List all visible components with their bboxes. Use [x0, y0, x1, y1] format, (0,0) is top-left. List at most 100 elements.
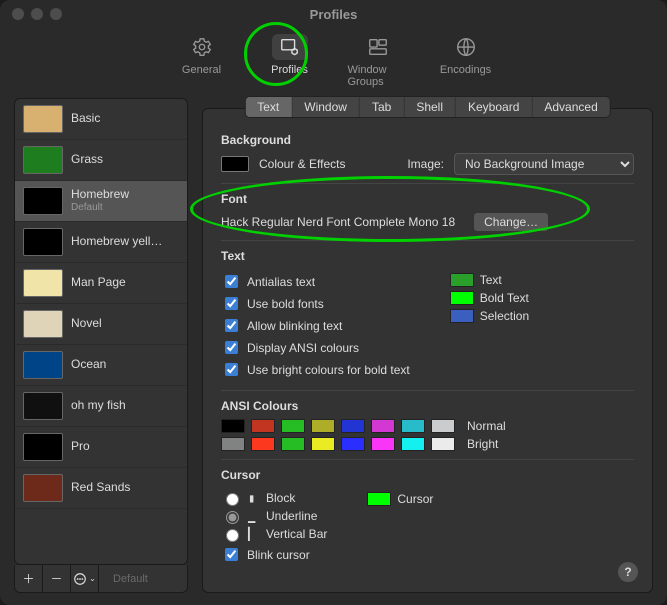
- set-default-button[interactable]: Default: [105, 570, 156, 588]
- toolbar-label: Window Groups: [348, 64, 408, 88]
- main-panel: TextWindowTabShellKeyboardAdvanced Backg…: [202, 98, 653, 593]
- font-header: Font: [221, 192, 634, 206]
- profile-row[interactable]: Pro: [15, 427, 187, 468]
- blink-cursor-checkbox[interactable]: Blink cursor: [221, 545, 327, 564]
- change-font-button[interactable]: Change…: [473, 212, 549, 232]
- profile-row[interactable]: Man Page: [15, 263, 187, 304]
- toolbar-item-general[interactable]: General: [172, 34, 232, 88]
- ansi-colour-well[interactable]: [281, 419, 305, 433]
- tab-text[interactable]: Text: [245, 97, 292, 117]
- text-option-checkbox[interactable]: Use bold fonts: [221, 294, 410, 313]
- globe-icon: [455, 36, 477, 58]
- ansi-colour-well[interactable]: [311, 437, 335, 451]
- tab-keyboard[interactable]: Keyboard: [456, 97, 532, 117]
- text-option-checkbox[interactable]: Allow blinking text: [221, 316, 410, 335]
- profile-name: Red Sands: [71, 481, 130, 495]
- action-menu-button[interactable]: ⌄: [71, 565, 99, 593]
- profile-thumbnail: [23, 146, 63, 174]
- cursor-style-radio[interactable]: ▮Block: [221, 490, 327, 506]
- ansi-colour-well[interactable]: [401, 419, 425, 433]
- text-tab-content: Background Colour & Effects Image: No Ba…: [202, 108, 653, 593]
- ansi-colour-well[interactable]: [341, 419, 365, 433]
- profile-sidebar: Basic GrassHomebrewDefault Homebrew yell… M…: [14, 98, 188, 593]
- profile-thumbnail: [23, 474, 63, 502]
- profile-thumbnail: [23, 351, 63, 379]
- cursor-colour-well[interactable]: [367, 492, 391, 506]
- ansi-colour-well[interactable]: [251, 419, 275, 433]
- ansi-header: ANSI Colours: [221, 399, 634, 413]
- profile-thumbnail: [23, 269, 63, 297]
- ansi-colour-well[interactable]: [221, 437, 245, 451]
- profile-name: Basic: [71, 112, 100, 126]
- toolbar-label: Profiles: [271, 64, 308, 76]
- profile-row[interactable]: Basic: [15, 99, 187, 140]
- sidebar-buttons: ＋ － ⌄ Default: [14, 565, 188, 593]
- cursor-sample-label: Cursor: [397, 492, 433, 506]
- profile-row[interactable]: oh my fish: [15, 386, 187, 427]
- text-colour-well[interactable]: [450, 273, 474, 287]
- profile-row[interactable]: Homebrew yell…: [15, 222, 187, 263]
- profile-thumbnail: [23, 433, 63, 461]
- ansi-colour-well[interactable]: [311, 419, 335, 433]
- tab-tab[interactable]: Tab: [360, 97, 404, 117]
- text-option-checkbox[interactable]: Antialias text: [221, 272, 410, 291]
- text-sample-label: Bold Text: [480, 291, 529, 305]
- image-label: Image:: [407, 157, 444, 171]
- profile-thumbnail: [23, 310, 63, 338]
- tab-window[interactable]: Window: [292, 97, 360, 117]
- profile-list[interactable]: Basic GrassHomebrewDefault Homebrew yell… M…: [14, 98, 188, 565]
- ansi-colour-well[interactable]: [221, 419, 245, 433]
- cursor-style-radio[interactable]: ▁Underline: [221, 508, 327, 524]
- ansi-row-label: Bright: [467, 437, 498, 451]
- profile-row[interactable]: Grass: [15, 140, 187, 181]
- text-sample-label: Selection: [480, 309, 529, 323]
- ansi-colour-well[interactable]: [281, 437, 305, 451]
- profile-row[interactable]: Red Sands: [15, 468, 187, 509]
- profile-thumbnail: [23, 228, 63, 256]
- remove-button[interactable]: －: [43, 565, 71, 593]
- profile-name: Ocean: [71, 358, 106, 372]
- toolbar-label: General: [182, 64, 221, 76]
- ansi-colour-well[interactable]: [371, 419, 395, 433]
- ansi-colour-well[interactable]: [251, 437, 275, 451]
- profile-gear-icon: [279, 36, 301, 58]
- ellipsis-circle-icon: [73, 572, 87, 586]
- profile-subtitle: Default: [71, 202, 129, 214]
- toolbar-item-window-groups[interactable]: Window Groups: [348, 34, 408, 88]
- text-colour-well[interactable]: [450, 291, 474, 305]
- ansi-colour-well[interactable]: [431, 437, 455, 451]
- text-option-checkbox[interactable]: Use bright colours for bold text: [221, 360, 410, 379]
- profile-row[interactable]: HomebrewDefault: [15, 181, 187, 222]
- ansi-colour-well[interactable]: [401, 437, 425, 451]
- profile-row[interactable]: Novel: [15, 304, 187, 345]
- ansi-colour-well[interactable]: [341, 437, 365, 451]
- add-button[interactable]: ＋: [15, 565, 43, 593]
- ansi-colour-well[interactable]: [431, 419, 455, 433]
- profile-thumbnail: [23, 187, 63, 215]
- ansi-colour-well[interactable]: [371, 437, 395, 451]
- profile-name: Man Page: [71, 276, 126, 290]
- toolbar-item-profiles[interactable]: Profiles: [260, 34, 320, 88]
- toolbar: General Profiles Window Groups Encodings: [0, 28, 667, 98]
- cursor-style-radio[interactable]: ▎Vertical Bar: [221, 526, 327, 542]
- profile-name: Pro: [71, 440, 90, 454]
- profile-row[interactable]: Ocean: [15, 345, 187, 386]
- tab-advanced[interactable]: Advanced: [532, 97, 609, 117]
- ansi-row-label: Normal: [467, 419, 506, 433]
- help-button[interactable]: ?: [618, 562, 638, 582]
- text-option-checkbox[interactable]: Display ANSI colours: [221, 338, 410, 357]
- profile-name: Homebrew yell…: [71, 235, 162, 249]
- background-image-select[interactable]: No Background Image: [454, 153, 634, 175]
- toolbar-item-encodings[interactable]: Encodings: [436, 34, 496, 88]
- text-sample-label: Text: [480, 273, 502, 287]
- preferences-window: Profiles General Profiles Window Groups …: [0, 0, 667, 605]
- cursor-header: Cursor: [221, 468, 634, 482]
- colour-effects-label: Colour & Effects: [259, 157, 345, 171]
- text-colour-well[interactable]: [450, 309, 474, 323]
- profile-thumbnail: [23, 392, 63, 420]
- font-value: Hack Regular Nerd Font Complete Mono 18: [221, 215, 455, 229]
- tab-shell[interactable]: Shell: [404, 97, 456, 117]
- profile-thumbnail: [23, 105, 63, 133]
- background-colour-well[interactable]: [221, 156, 249, 172]
- chevron-down-icon: ⌄: [89, 574, 96, 583]
